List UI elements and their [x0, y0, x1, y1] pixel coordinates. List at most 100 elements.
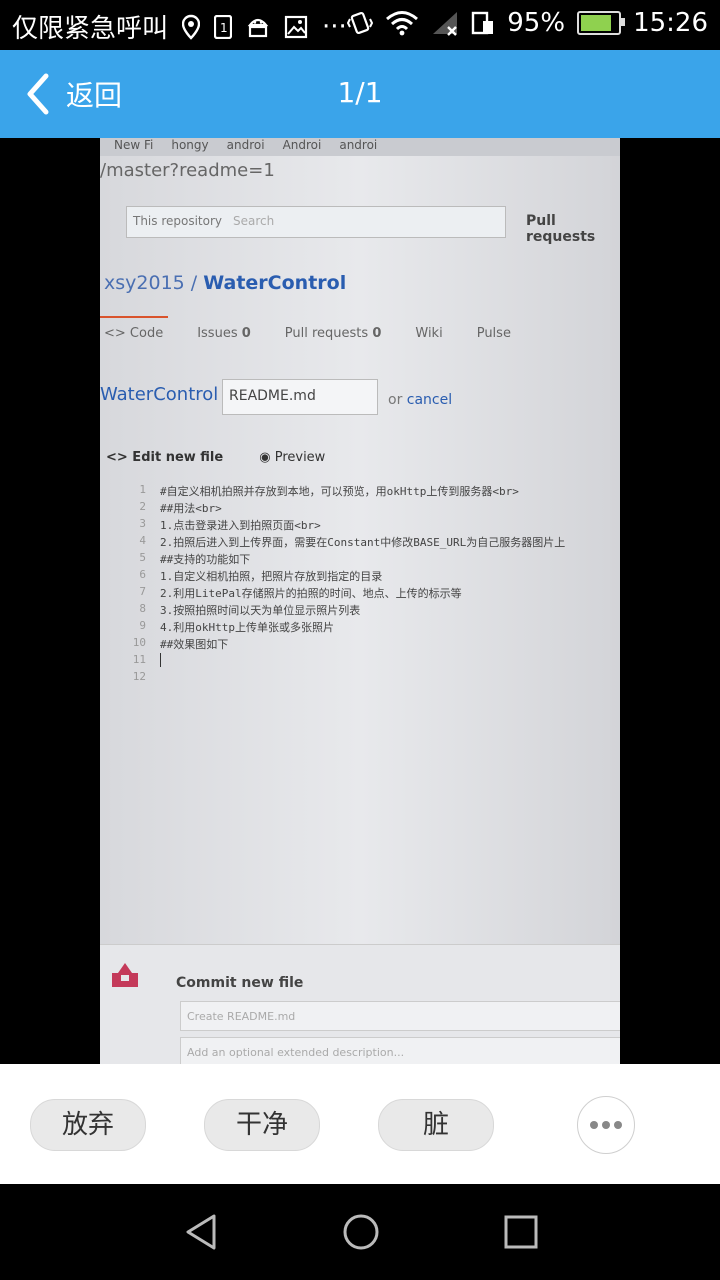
text-cursor	[160, 653, 161, 667]
browser-tab: Androi	[282, 138, 322, 152]
line-number: 4	[139, 534, 146, 547]
back-nav-icon[interactable]	[182, 1212, 222, 1252]
code-line: 6 1.自定义相机拍照，把照片存放到指定的目录	[106, 568, 565, 585]
android-icon	[247, 18, 269, 37]
more-options-button[interactable]	[577, 1096, 635, 1154]
repo-search-bar: This repository Search	[126, 206, 506, 238]
preview-tab: ◉ Preview	[259, 450, 325, 465]
more-icon	[590, 1121, 622, 1129]
preview-label: Preview	[274, 450, 326, 465]
browser-tabs: New Fi hongy androi Androi androi	[100, 138, 620, 156]
status-bar: 仅限紧急呼叫 1 ··· 95% 15:26	[0, 0, 720, 50]
filename-field: README.md	[222, 379, 378, 415]
active-tab-underline	[100, 316, 168, 318]
sim-icon: 1	[214, 14, 233, 39]
battery-percent: 95%	[507, 8, 566, 38]
code-line: 10 ##效果图如下	[106, 636, 565, 653]
recents-nav-icon[interactable]	[501, 1212, 541, 1252]
battery-icon	[577, 11, 626, 35]
code-line: 11	[106, 653, 565, 670]
tab-pulls-label: Pull requests	[284, 326, 369, 341]
cancel-link: cancel	[406, 392, 453, 408]
photo-of-screen: New Fi hongy androi Androi androi /maste…	[100, 138, 620, 1064]
code-line: 7 2.利用LitePal存储照片的拍照的时间、地点、上传的标示等	[106, 585, 565, 602]
commit-message-field: Create README.md	[180, 1001, 620, 1031]
repo-separator: /	[184, 272, 204, 294]
or-cancel: or cancel	[388, 392, 452, 408]
browser-tab: New Fi	[114, 138, 154, 152]
line-number: 2	[139, 500, 146, 513]
tab-pulse: Pulse	[476, 326, 511, 341]
line-number: 7	[139, 585, 146, 598]
search-placeholder: Search	[233, 214, 275, 228]
line-text: #自定义相机拍照并存放到本地，可以预览，用okHttp上传到服务器<br>	[160, 485, 519, 498]
wifi-icon	[386, 11, 419, 36]
code-line: 12	[106, 670, 565, 687]
tab-wiki: Wiki	[415, 326, 443, 341]
discard-button[interactable]: 放弃	[30, 1099, 146, 1151]
line-text: ##用法<br>	[160, 502, 222, 515]
line-text: 3.按照拍照时间以天为单位显示照片列表	[160, 604, 361, 617]
line-number: 9	[139, 619, 146, 632]
line-text: 2.利用LitePal存储照片的拍照的时间、地点、上传的标示等	[160, 587, 462, 600]
action-bar: 放弃 干净 脏	[0, 1064, 720, 1184]
commit-placeholder: Create README.md	[187, 1010, 296, 1023]
breadcrumb: WaterControl /	[100, 384, 230, 405]
line-number: 12	[132, 670, 146, 683]
line-number: 11	[132, 653, 146, 666]
browser-tab: androi	[226, 138, 265, 152]
navigation-bar	[0, 1184, 720, 1280]
clock: 15:26	[633, 8, 708, 38]
commit-title: Commit new file	[176, 975, 304, 991]
line-text: ##支持的功能如下	[160, 553, 251, 566]
editor-tabs: <> Edit new file ◉ Preview	[106, 450, 325, 465]
code-line: 5 ##支持的功能如下	[106, 551, 565, 568]
pulls-count: 0	[372, 326, 382, 341]
data-saver-icon	[472, 11, 494, 35]
vibrate-icon	[347, 11, 374, 35]
clean-button[interactable]: 干净	[204, 1099, 320, 1151]
repo-tabs: <> Code Issues 0 Pull requests 0 Wiki Pu…	[104, 326, 511, 341]
photo-viewer[interactable]: New Fi hongy androi Androi androi /maste…	[0, 138, 720, 1064]
this-repository-label: This repository	[133, 214, 223, 228]
commit-section: Commit new file Create README.md Add an …	[100, 944, 620, 1064]
line-text: 4.利用okHttp上传单张或多张照片	[160, 621, 334, 634]
code-line: 8 3.按照拍照时间以天为单位显示照片列表	[106, 602, 565, 619]
line-text: 1.点击登录进入到拍照页面<br>	[160, 519, 321, 532]
repo-name: WaterControl	[203, 272, 347, 294]
line-number: 10	[132, 636, 146, 649]
line-text: 1.自定义相机拍照，把照片存放到指定的目录	[160, 570, 383, 583]
line-number: 1	[139, 483, 146, 496]
or-text: or	[388, 392, 403, 408]
browser-tab: hongy	[171, 138, 209, 152]
app-bar: 返回 1/1	[0, 50, 720, 138]
description-placeholder: Add an optional extended description...	[187, 1046, 405, 1059]
browser-tab: androi	[339, 138, 378, 152]
dirty-button[interactable]: 脏	[378, 1099, 494, 1151]
code-line: 9 4.利用okHttp上传单张或多张照片	[106, 619, 565, 636]
line-text: 2.拍照后进入到上传界面，需要在Constant中修改BASE_URL为自己服务…	[160, 536, 566, 549]
emergency-calls-only-text: 仅限紧急呼叫	[12, 14, 169, 44]
edit-new-file-tab: <> Edit new file	[106, 450, 224, 465]
browser-url: /master?readme=1	[100, 160, 275, 181]
line-number: 8	[139, 602, 146, 615]
image-icon	[284, 15, 308, 38]
tab-issues: Issues 0	[197, 326, 251, 341]
tab-issues-label: Issues	[197, 326, 238, 341]
svg-text:1: 1	[220, 21, 228, 35]
breadcrumb-repo: WaterControl	[100, 384, 219, 405]
issues-count: 0	[241, 326, 251, 341]
pull-requests-nav: Pull requests	[526, 213, 596, 245]
line-number: 6	[139, 568, 146, 581]
code-line: 2 ##用法<br>	[106, 500, 565, 517]
code-editor: 1 #自定义相机拍照并存放到本地，可以预览，用okHttp上传到服务器<br> 2…	[106, 483, 565, 687]
line-number: 3	[139, 517, 146, 530]
tab-pull-requests: Pull requests 0	[285, 326, 382, 341]
code-line: 1 #自定义相机拍照并存放到本地，可以预览，用okHttp上传到服务器<br>	[106, 483, 565, 500]
code-line: 3 1.点击登录进入到拍照页面<br>	[106, 517, 565, 534]
eye-icon: ◉	[259, 450, 271, 465]
line-number: 5	[139, 551, 146, 564]
home-nav-icon[interactable]	[341, 1212, 381, 1252]
repo-owner: xsy2015	[104, 272, 185, 294]
page-counter: 1/1	[337, 76, 383, 109]
